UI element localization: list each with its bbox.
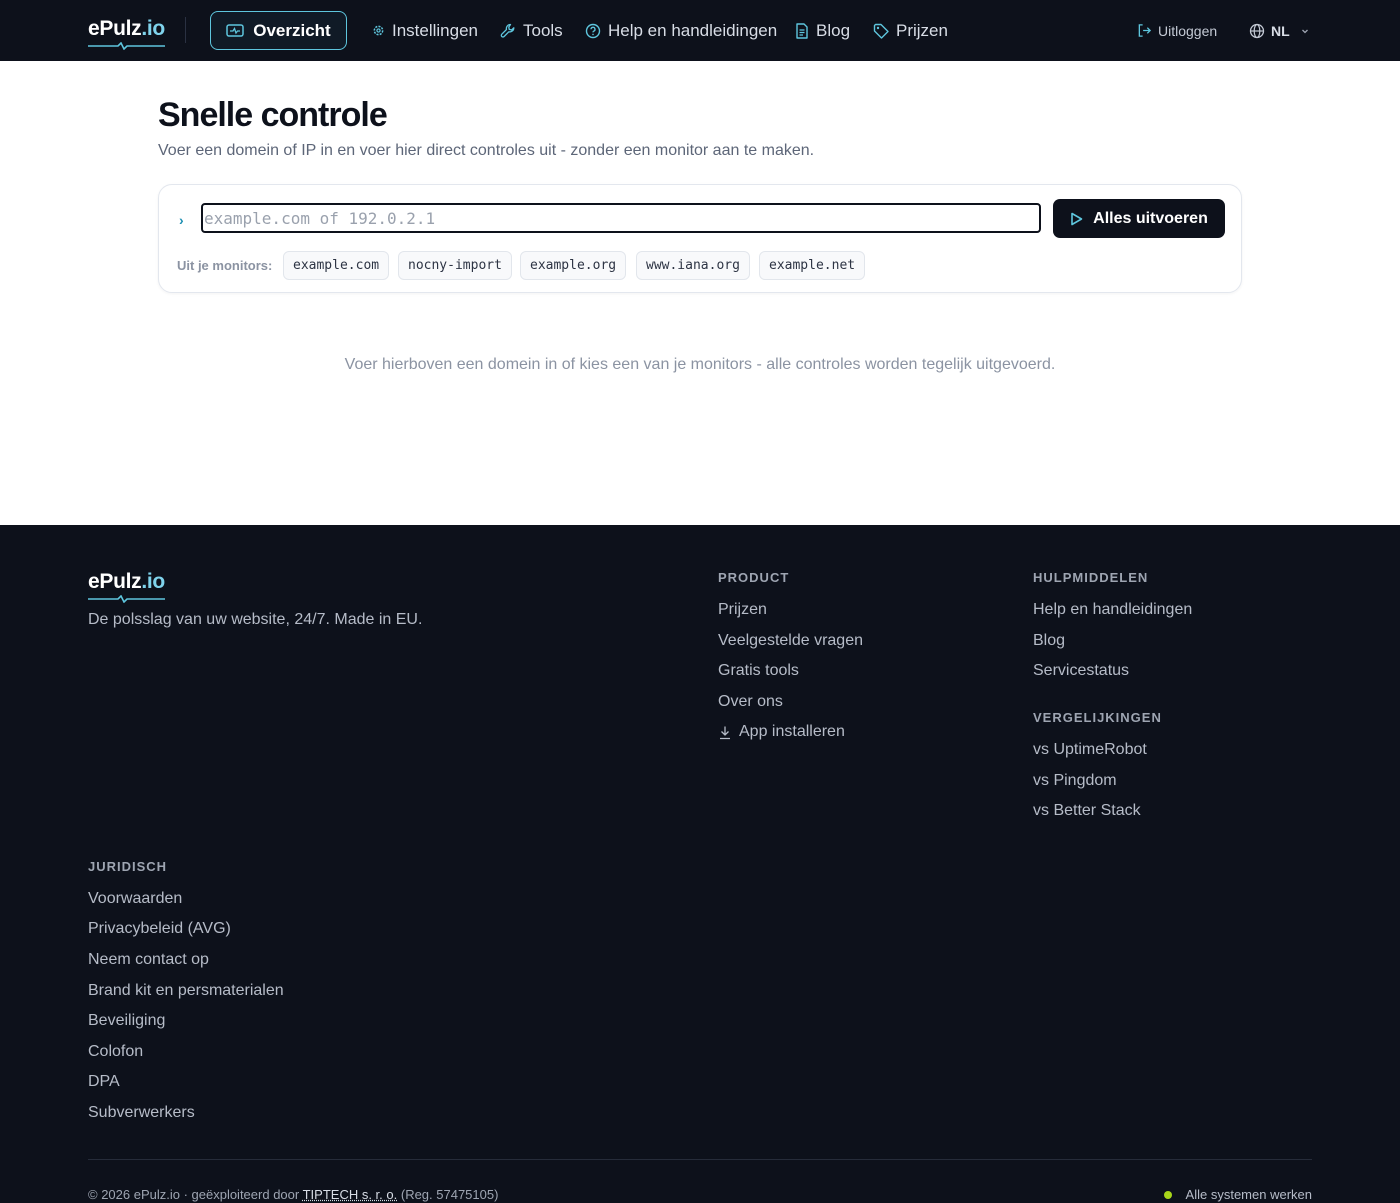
monitor-chip[interactable]: example.net [759, 251, 866, 280]
run-all-button[interactable]: Alles uitvoeren [1053, 199, 1225, 238]
system-status[interactable]: Alle systemen werken [1163, 1187, 1312, 1202]
footer-link-brand-kit[interactable]: Brand kit en persmaterialen [88, 982, 284, 1000]
footer-heading-product: PRODUCT [718, 570, 790, 585]
top-navigation: ePulz.io Overzicht Instellingen Tools He… [0, 0, 1400, 61]
tag-icon [873, 23, 889, 39]
monitor-chip[interactable]: www.iana.org [636, 251, 750, 280]
footer-link-about[interactable]: Over ons [718, 693, 783, 711]
nav-item-label: Help en handleidingen [608, 20, 778, 40]
logo-tld: .io [141, 570, 165, 593]
logo-text: ePulz [88, 17, 142, 40]
copyright-text: © 2026 ePulz.io · geëxploiteerd door [88, 1187, 300, 1202]
logo[interactable]: ePulz.io [88, 17, 165, 50]
domain-input[interactable] [201, 203, 1041, 233]
monitor-chip[interactable]: example.com [283, 251, 390, 280]
language-code: NL [1271, 22, 1290, 39]
chevron-down-icon [1301, 29, 1308, 33]
download-icon [720, 726, 730, 739]
nav-item-help[interactable]: Help en handleidingen [585, 0, 777, 61]
nav-item-label: Overzicht [253, 20, 331, 40]
footer-link-pricing[interactable]: Prijzen [718, 601, 767, 619]
chevron-right-icon: › [179, 212, 184, 228]
play-icon [1071, 212, 1083, 225]
quick-check-card: › Alles uitvoeren Uit je monitors: examp… [158, 184, 1242, 293]
pulse-line-icon [88, 595, 165, 603]
footer-link-blog[interactable]: Blog [1033, 632, 1065, 650]
nav-item-label: Instellingen [392, 20, 479, 40]
page-subtitle: Voer een domein of IP in en voer hier di… [158, 142, 815, 159]
footer-link-contact[interactable]: Neem contact op [88, 951, 209, 969]
empty-state-hint: Voer hierboven een domein in of kies een… [344, 356, 1056, 373]
nav-item-label: Blog [816, 20, 851, 40]
logo-text: ePulz [88, 570, 142, 593]
run-all-label: Alles uitvoeren [1093, 209, 1208, 227]
logout-icon [1138, 24, 1152, 37]
footer-link-vs-pingdom[interactable]: vs Pingdom [1033, 772, 1117, 790]
footer-link-free-tools[interactable]: Gratis tools [718, 662, 799, 680]
language-selector[interactable]: NL [1249, 0, 1310, 61]
nav-item-label: Tools [523, 20, 563, 40]
footer-link-terms[interactable]: Voorwaarden [88, 890, 182, 908]
footer-link-colophon[interactable]: Colofon [88, 1043, 143, 1061]
footer-link-service-status[interactable]: Servicestatus [1033, 662, 1129, 680]
logout-button[interactable]: Uitloggen [1137, 0, 1217, 61]
nav-item-settings[interactable]: Instellingen [372, 0, 478, 61]
registration-number: (Reg. 57475105) [400, 1187, 499, 1202]
nav-item-overview[interactable]: Overzicht [210, 11, 347, 50]
logo-tld: .io [141, 17, 165, 40]
monitor-chip[interactable]: nocny-import [398, 251, 512, 280]
globe-icon [1249, 23, 1265, 38]
footer-link-security[interactable]: Beveiliging [88, 1012, 165, 1030]
footer-link-vs-better-stack[interactable]: vs Better Stack [1033, 802, 1141, 820]
footer: ePulz.io De polsslag van uw website, 24/… [0, 525, 1400, 1203]
footer-logo[interactable]: ePulz.io [88, 570, 165, 603]
document-icon [796, 22, 808, 39]
status-text: Alle systemen werken [1185, 1187, 1312, 1202]
footer-link-install-app[interactable]: App installeren [718, 723, 845, 741]
monitor-chip[interactable]: example.org [520, 251, 627, 280]
footer-tagline: De polsslag van uw website, 24/7. Made i… [88, 611, 423, 628]
gear-icon [373, 25, 384, 36]
pulse-line-icon [88, 42, 165, 50]
copyright: © 2026 ePulz.io · geëxploiteerd door TIP… [88, 1187, 498, 1202]
footer-link-vs-uptimerobot[interactable]: vs UptimeRobot [1033, 741, 1147, 759]
footer-link-help[interactable]: Help en handleidingen [1033, 601, 1192, 619]
footer-link-faq[interactable]: Veelgestelde vragen [718, 632, 863, 650]
install-app-label: App installeren [739, 723, 845, 740]
nav-item-blog[interactable]: Blog [795, 0, 850, 61]
footer-divider [88, 1159, 1312, 1160]
footer-heading-comparisons: VERGELIJKINGEN [1033, 710, 1162, 725]
logout-label: Uitloggen [1158, 22, 1218, 39]
page-title: Snelle controle [158, 96, 388, 134]
wrench-icon [500, 23, 515, 38]
footer-link-subprocessors[interactable]: Subverwerkers [88, 1104, 195, 1122]
footer-heading-resources: HULPMIDDELEN [1033, 570, 1149, 585]
status-dot-icon [1163, 1190, 1172, 1199]
nav-divider [185, 17, 186, 43]
company-link[interactable]: TIPTECH s. r. o. [303, 1187, 398, 1202]
monitors-label: Uit je monitors: [177, 258, 273, 273]
footer-link-dpa[interactable]: DPA [88, 1073, 120, 1091]
nav-item-pricing[interactable]: Prijzen [873, 0, 948, 61]
help-circle-icon [585, 23, 601, 38]
footer-heading-legal: JURIDISCH [88, 859, 168, 874]
monitor-icon [226, 23, 244, 37]
nav-item-label: Prijzen [896, 20, 948, 40]
footer-link-privacy[interactable]: Privacybeleid (AVG) [88, 920, 231, 938]
nav-item-tools[interactable]: Tools [500, 0, 563, 61]
